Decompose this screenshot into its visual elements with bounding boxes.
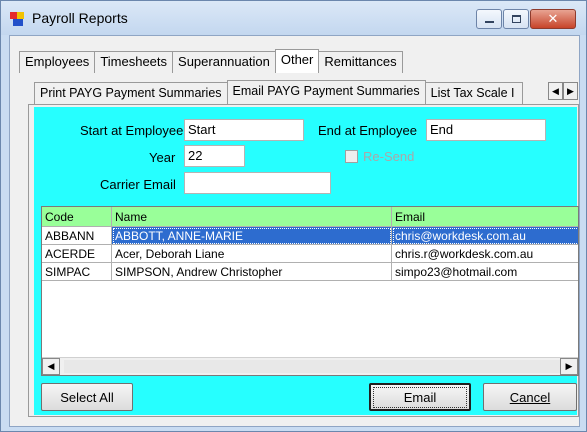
resend-checkbox[interactable] [345, 150, 358, 163]
minimize-icon [484, 21, 494, 23]
start-employee-field[interactable]: Start [184, 119, 304, 141]
start-employee-label: Start at Employee [80, 123, 184, 138]
cell-code: SIMPAC [42, 263, 112, 281]
column-header-code[interactable]: Code [42, 207, 112, 227]
column-header-email[interactable]: Email [392, 207, 578, 227]
sub-tab-bar: Print PAYG Payment Summaries Email PAYG … [34, 80, 523, 106]
maximize-icon [511, 15, 521, 23]
email-button-label: Email [372, 386, 468, 408]
horizontal-scrollbar[interactable]: ◀ ▶ [42, 357, 578, 375]
tab-scroll-right-icon[interactable]: ▶ [563, 82, 578, 100]
maximize-button[interactable] [503, 9, 529, 29]
scroll-right-icon[interactable]: ▶ [560, 358, 578, 375]
year-label: Year [149, 150, 176, 165]
carrier-email-label: Carrier Email [100, 177, 176, 192]
end-employee-field[interactable]: End [426, 119, 546, 141]
year-field[interactable]: 22 [184, 145, 245, 167]
tab-employees[interactable]: Employees [19, 51, 96, 73]
tab-remittances[interactable]: Remittances [318, 51, 403, 73]
close-icon: ✕ [547, 11, 559, 26]
tab-other[interactable]: Other [274, 49, 320, 73]
cell-code: ABBANN [42, 227, 112, 245]
tab-print-payg[interactable]: Print PAYG Payment Summaries [34, 82, 228, 104]
column-header-name[interactable]: Name [112, 207, 392, 227]
resend-label: Re-Send [363, 149, 415, 164]
table-row[interactable]: ACERDE Acer, Deborah Liane chris.r@workd… [42, 245, 578, 263]
payroll-reports-window: Payroll Reports ✕ Employees Timesheets S… [0, 0, 587, 432]
scroll-track[interactable] [64, 360, 576, 373]
email-button[interactable]: Email [369, 383, 471, 411]
grid-header: Code Name Email [42, 207, 578, 227]
cell-email: chris.r@workdesk.com.au [392, 245, 578, 263]
close-button[interactable]: ✕ [530, 9, 576, 29]
main-tab-bar: Employees Timesheets Superannuation Othe… [19, 49, 403, 75]
tab-email-payg[interactable]: Email PAYG Payment Summaries [226, 80, 426, 104]
tab-timesheets[interactable]: Timesheets [94, 51, 174, 73]
cell-name: ABBOTT, ANNE-MARIE [112, 227, 392, 245]
minimize-button[interactable] [476, 9, 502, 29]
app-icon [10, 12, 26, 26]
carrier-email-field[interactable] [184, 172, 331, 194]
title-bar[interactable]: Payroll Reports ✕ [1, 1, 586, 35]
table-row[interactable]: SIMPAC SIMPSON, Andrew Christopher simpo… [42, 263, 578, 281]
employee-email-grid: Code Name Email ABBANN ABBOTT, ANNE-MARI… [41, 206, 579, 376]
tab-scroll-left-icon[interactable]: ◀ [548, 82, 563, 100]
cell-name: SIMPSON, Andrew Christopher [112, 263, 392, 281]
table-row[interactable]: ABBANN ABBOTT, ANNE-MARIE chris@workdesk… [42, 227, 578, 245]
sub-tab-scroller: ◀ ▶ [548, 82, 578, 100]
end-employee-label: End at Employee [318, 123, 418, 138]
cancel-button[interactable]: Cancel [483, 383, 577, 411]
tab-list-tax-scale[interactable]: List Tax Scale I [424, 82, 523, 104]
cell-name: Acer, Deborah Liane [112, 245, 392, 263]
cell-email: simpo23@hotmail.com [392, 263, 578, 281]
scroll-left-icon[interactable]: ◀ [42, 358, 60, 375]
window-title: Payroll Reports [32, 10, 128, 26]
select-all-button[interactable]: Select All [41, 383, 133, 411]
tab-superannuation[interactable]: Superannuation [172, 51, 276, 73]
cell-email: chris@workdesk.com.au [392, 227, 578, 245]
cancel-button-label: Cancel [509, 389, 551, 405]
cell-code: ACERDE [42, 245, 112, 263]
